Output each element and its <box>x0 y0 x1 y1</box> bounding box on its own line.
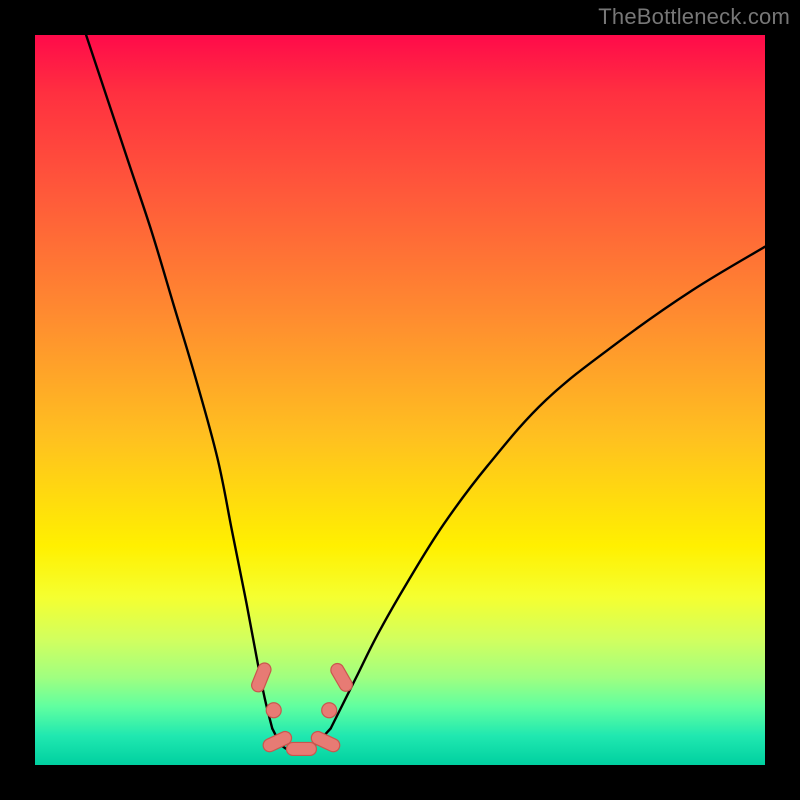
curve-left-curve <box>86 35 272 729</box>
chart-svg <box>35 35 765 765</box>
marker-dot <box>322 703 337 718</box>
curve-right-curve <box>331 247 765 729</box>
marker-pill <box>286 742 316 755</box>
marker-dot <box>266 703 281 718</box>
marker-pill <box>328 661 354 693</box>
chart-plot-area <box>35 35 765 765</box>
curve-group <box>86 35 765 750</box>
marker-group <box>250 661 355 755</box>
chart-frame: TheBottleneck.com <box>0 0 800 800</box>
marker-pill <box>250 661 273 694</box>
watermark-label: TheBottleneck.com <box>598 4 790 30</box>
